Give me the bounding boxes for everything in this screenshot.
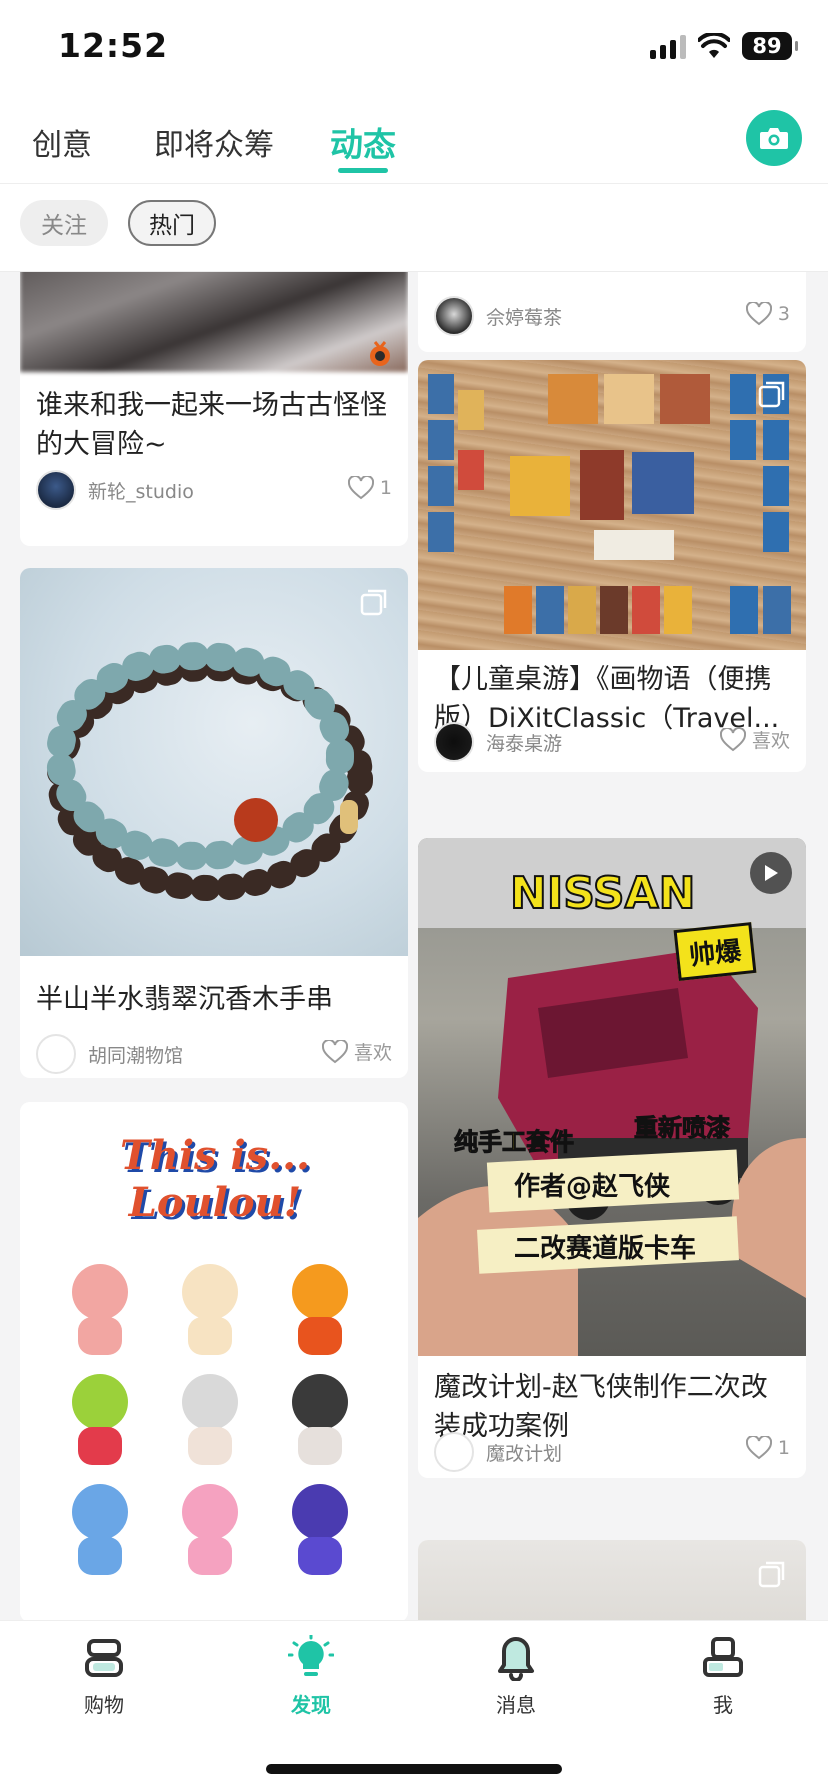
post-author[interactable]: 胡同潮物馆: [36, 1034, 183, 1074]
status-icons: 89: [650, 32, 798, 60]
post-card[interactable]: This is... Loulou!: [20, 1102, 408, 1620]
wifi-icon: [698, 33, 730, 58]
nav-label: 我: [713, 1693, 733, 1717]
post-card[interactable]: NISSAN 帅爆 纯手工套件 重新喷漆 作者@赵飞侠 二改赛道版卡车 魔改计划…: [418, 838, 806, 1478]
bell-icon: [498, 1637, 534, 1681]
post-author[interactable]: 佘婷莓茶: [434, 296, 562, 336]
tab-creative[interactable]: 创意: [32, 120, 92, 164]
multi-image-icon: [758, 381, 785, 408]
heart-icon: [745, 1436, 772, 1460]
author-name: 新轮_studio: [88, 480, 194, 503]
like-count: 3: [777, 303, 790, 325]
chip-hot[interactable]: 热门: [128, 200, 216, 246]
active-tab-indicator: [338, 168, 388, 173]
camera-button[interactable]: [746, 110, 802, 166]
badge-icon: [370, 341, 390, 366]
post-author[interactable]: 魔改计划: [434, 1432, 562, 1472]
overlay-badge: 帅爆: [673, 922, 757, 981]
post-card[interactable]: [418, 1540, 806, 1620]
post-image: This is... Loulou!: [20, 1102, 408, 1620]
camera-icon: [760, 128, 788, 149]
chip-follow[interactable]: 关注: [20, 200, 108, 246]
author-name: 海泰桌游: [486, 732, 563, 755]
feed[interactable]: 谁来和我一起来一场古古怪怪的大冒险~ 新轮_studio 1 半山半水翡翠沉香木…: [0, 272, 828, 1620]
like-count: 1: [777, 1437, 790, 1459]
post-image: [20, 272, 408, 372]
filter-chip-row: 关注 热门: [0, 184, 828, 272]
heart-icon: [347, 476, 374, 500]
post-card[interactable]: 【儿童桌游】《画物语（便携版）DiXitClassic（Travel... 海泰…: [418, 360, 806, 772]
nav-messages[interactable]: 消息: [456, 1635, 576, 1718]
like-count: 1: [379, 477, 392, 499]
heart-icon: [321, 1039, 348, 1063]
like-label: 喜欢: [751, 730, 790, 752]
top-tab-bar: 创意 即将众筹 动态: [0, 96, 828, 184]
profile-icon: [703, 1637, 743, 1677]
overlay-tag-handmade: 纯手工套件: [454, 1128, 575, 1157]
overlay-brand: NISSAN: [509, 867, 696, 920]
post-image: [418, 360, 806, 650]
overlay-tag-repaint: 重新喷漆: [634, 1114, 731, 1143]
boardgame-illustration: [428, 374, 791, 634]
like-button[interactable]: 喜欢: [321, 1038, 392, 1065]
lightbulb-icon: [288, 1635, 334, 1676]
status-time: 12:52: [58, 26, 169, 65]
nav-discover[interactable]: 发现: [251, 1635, 371, 1718]
post-author[interactable]: 海泰桌游: [434, 722, 562, 762]
tab-upcoming-crowdfunding[interactable]: 即将众筹: [154, 120, 274, 164]
bottom-nav: 购物 发现 消息 我: [0, 1620, 828, 1792]
post-title: 谁来和我一起来一场古古怪怪的大冒险~: [36, 390, 387, 460]
post-image: [418, 1540, 806, 1620]
avatar: [434, 296, 474, 336]
avatar: [434, 722, 474, 762]
battery-icon: 89: [742, 32, 798, 60]
home-indicator: [266, 1764, 562, 1774]
like-button[interactable]: 1: [347, 476, 392, 500]
cellular-signal-icon: [650, 33, 686, 59]
avatar: [36, 1034, 76, 1074]
post-card[interactable]: 半山半水翡翠沉香木手串 胡同潮物馆 喜欢: [20, 568, 408, 1078]
post-author[interactable]: 新轮_studio: [36, 470, 194, 510]
toy-poster-title: This is... Loulou!: [120, 1132, 310, 1226]
heart-icon: [719, 727, 746, 751]
video-play-icon: [750, 852, 792, 894]
overlay-line-author: 作者@赵飞侠: [514, 1172, 671, 1202]
heart-icon: [745, 302, 772, 326]
author-name: 魔改计划: [486, 1442, 563, 1465]
post-image: [20, 568, 408, 956]
like-label: 喜欢: [353, 1042, 392, 1064]
bracelet-illustration: [46, 642, 373, 901]
avatar: [434, 1432, 474, 1472]
avatar: [36, 470, 76, 510]
nav-label: 消息: [496, 1693, 536, 1717]
status-bar: 12:52 89: [0, 0, 828, 96]
author-name: 佘婷莓茶: [486, 306, 563, 329]
like-button[interactable]: 喜欢: [719, 726, 790, 753]
tab-dynamics[interactable]: 动态: [330, 118, 396, 166]
like-button[interactable]: 3: [745, 302, 790, 326]
battery-level: 89: [752, 34, 782, 58]
author-name: 胡同潮物馆: [88, 1044, 184, 1067]
post-card[interactable]: 谁来和我一起来一场古古怪怪的大冒险~ 新轮_studio 1: [20, 272, 408, 546]
shopping-icon: [85, 1639, 123, 1677]
post-title: 半山半水翡翠沉香木手串: [36, 984, 333, 1015]
multi-image-icon: [360, 589, 387, 616]
post-card[interactable]: 佘婷莓茶 3: [418, 272, 806, 352]
nav-me[interactable]: 我: [663, 1635, 783, 1718]
nav-label: 购物: [84, 1693, 124, 1717]
nav-shopping[interactable]: 购物: [44, 1635, 164, 1718]
like-button[interactable]: 1: [745, 1436, 790, 1460]
nav-label: 发现: [291, 1693, 331, 1717]
post-image: NISSAN 帅爆 纯手工套件 重新喷漆 作者@赵飞侠 二改赛道版卡车: [418, 838, 806, 1356]
multi-image-icon: [758, 1561, 785, 1588]
overlay-line-truck: 二改赛道版卡车: [514, 1234, 697, 1264]
